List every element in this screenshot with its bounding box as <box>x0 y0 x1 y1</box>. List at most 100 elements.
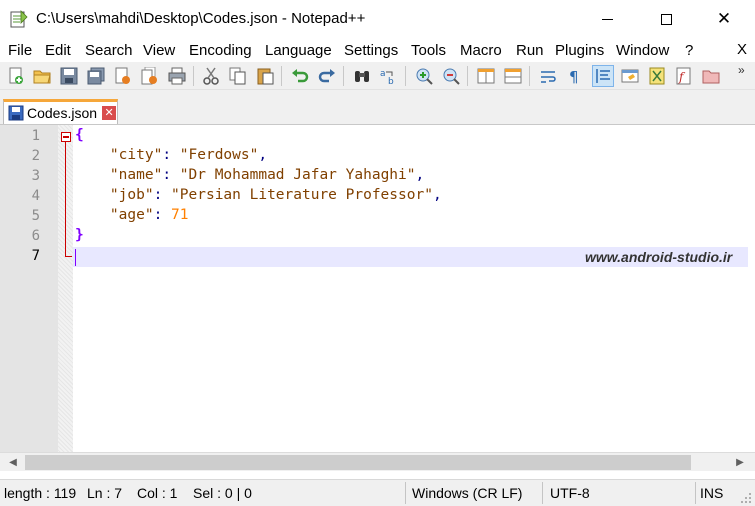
minimize-button[interactable] <box>584 0 630 38</box>
status-eol[interactable]: Windows (CR LF) <box>412 485 522 501</box>
svg-text:b: b <box>388 77 394 85</box>
zoom-in-icon <box>416 68 433 85</box>
menu-tools[interactable]: Tools <box>411 42 446 59</box>
sync-vertical-scroll-icon <box>477 68 495 84</box>
json-brace: { <box>75 127 84 143</box>
redo-button[interactable] <box>316 65 338 87</box>
open-file-button[interactable] <box>31 65 53 87</box>
status-line: Ln : 7 <box>87 485 123 501</box>
json-punctuation: : <box>153 187 172 203</box>
find-button[interactable] <box>351 65 373 87</box>
close-icon: ✕ <box>716 9 732 29</box>
cut-button[interactable] <box>200 65 222 87</box>
sync-vertical-button[interactable] <box>475 65 497 87</box>
status-insert-mode[interactable]: INS <box>700 485 723 501</box>
menu-encoding[interactable]: Encoding <box>189 42 252 59</box>
menu-language[interactable]: Language <box>265 42 332 59</box>
zoom-out-button[interactable] <box>440 65 462 87</box>
scrollbar-thumb[interactable] <box>25 455 691 470</box>
menu-plugins[interactable]: Plugins <box>555 42 604 59</box>
maximize-button[interactable] <box>643 0 689 38</box>
toolbar-overflow-chevron-icon[interactable]: » <box>738 63 745 77</box>
json-key: "age" <box>109 207 154 223</box>
zoom-in-button[interactable] <box>413 65 435 87</box>
window-title: C:\Users\mahdi\Desktop\Codes.json - Note… <box>36 10 366 27</box>
json-number-value: 71 <box>171 207 189 223</box>
menu-settings[interactable]: Settings <box>344 42 398 59</box>
menu-help[interactable]: ? <box>685 42 693 59</box>
svg-text:¶: ¶ <box>569 68 579 85</box>
sync-horizontal-button[interactable] <box>502 65 524 87</box>
status-selection: Sel : 0 | 0 <box>193 485 252 501</box>
status-separator <box>405 482 406 504</box>
tab-close-icon[interactable]: ✕ <box>102 106 117 120</box>
line-number: 6 <box>31 228 40 244</box>
fold-collapse-icon[interactable] <box>61 132 71 142</box>
save-button[interactable] <box>58 65 80 87</box>
close-all-button[interactable] <box>139 65 161 87</box>
replace-button[interactable]: ab <box>378 65 400 87</box>
menu-macro[interactable]: Macro <box>460 42 502 59</box>
toolbar-separator <box>193 66 194 86</box>
json-key: "city" <box>109 147 163 163</box>
json-punctuation: , <box>432 187 442 203</box>
toolbar-separator <box>281 66 282 86</box>
editor-area[interactable]: 1 2 3 4 5 6 7 { "city": "Ferdows", "name… <box>0 124 755 455</box>
horizontal-scrollbar[interactable]: ◀ ▶ <box>0 452 755 471</box>
save-all-icon <box>87 67 105 85</box>
toolbar-separator <box>343 66 344 86</box>
tab-codes-json[interactable]: Codes.json ✕ <box>3 99 118 124</box>
undo-button[interactable] <box>289 65 311 87</box>
status-encoding[interactable]: UTF-8 <box>550 485 590 501</box>
udl-button[interactable] <box>619 65 641 87</box>
menu-window[interactable]: Window <box>616 42 669 59</box>
menu-view[interactable]: View <box>143 42 175 59</box>
show-all-chars-button[interactable]: ¶ <box>564 65 586 87</box>
menu-edit[interactable]: Edit <box>45 42 71 59</box>
title-bar: C:\Users\mahdi\Desktop\Codes.json - Note… <box>0 0 755 38</box>
close-file-button[interactable] <box>112 65 134 87</box>
code-line[interactable]: "job": "Persian Literature Professor", <box>75 187 442 203</box>
json-punctuation: : <box>162 147 180 163</box>
doc-map-button[interactable] <box>646 65 668 87</box>
toolbar: ab ¶ f » <box>0 62 755 90</box>
menu-search[interactable]: Search <box>85 42 133 59</box>
line-number: 1 <box>31 128 40 144</box>
save-all-button[interactable] <box>85 65 107 87</box>
close-file-icon <box>115 67 130 84</box>
copy-button[interactable] <box>227 65 249 87</box>
svg-text:a: a <box>380 69 386 79</box>
status-separator <box>542 482 543 504</box>
new-file-icon <box>9 67 23 84</box>
indent-guide-button[interactable] <box>592 65 614 87</box>
paste-button[interactable] <box>254 65 276 87</box>
folder-workspace-button[interactable] <box>700 65 722 87</box>
close-document-button[interactable]: X <box>737 41 747 58</box>
json-key: "job" <box>109 187 154 203</box>
json-string-value: "Persian Literature Professor" <box>171 187 433 203</box>
code-line[interactable]: "name": "Dr Mohammad Jafar Yahaghi", <box>75 167 424 183</box>
function-list-icon: f <box>676 67 691 85</box>
line-number: 5 <box>31 208 40 224</box>
code-line[interactable]: "age": 71 <box>75 207 189 223</box>
json-string-value: "Ferdows" <box>179 147 259 163</box>
status-column: Col : 1 <box>137 485 178 501</box>
scroll-right-icon[interactable]: ▶ <box>731 455 749 470</box>
close-window-button[interactable]: ✕ <box>701 0 747 38</box>
code-line[interactable]: { <box>75 127 84 143</box>
function-list-button[interactable]: f <box>673 65 695 87</box>
word-wrap-button[interactable] <box>537 65 559 87</box>
menu-run[interactable]: Run <box>516 42 544 59</box>
new-file-button[interactable] <box>5 65 27 87</box>
toolbar-separator <box>529 66 530 86</box>
json-punctuation: : <box>153 207 172 223</box>
resize-grip-icon[interactable] <box>740 490 752 504</box>
word-wrap-icon <box>541 71 556 83</box>
menu-file[interactable]: File <box>8 42 32 59</box>
scroll-left-icon[interactable]: ◀ <box>4 455 22 470</box>
code-line[interactable]: "city": "Ferdows", <box>75 147 267 163</box>
code-line[interactable]: } <box>75 227 84 243</box>
print-button[interactable] <box>166 65 188 87</box>
